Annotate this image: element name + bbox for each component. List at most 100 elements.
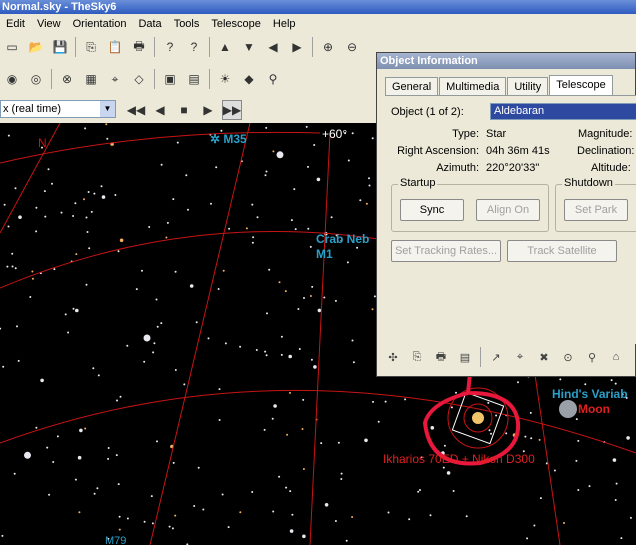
star[interactable] xyxy=(79,428,83,433)
star[interactable] xyxy=(614,499,617,501)
menu-data[interactable]: Data xyxy=(132,18,167,30)
star[interactable] xyxy=(271,417,274,420)
star[interactable] xyxy=(251,491,254,493)
star[interactable] xyxy=(174,270,177,273)
star[interactable] xyxy=(100,185,103,188)
star[interactable] xyxy=(526,537,529,540)
star[interactable] xyxy=(408,518,411,521)
star[interactable] xyxy=(387,511,390,514)
star[interactable] xyxy=(46,446,49,449)
star[interactable] xyxy=(150,495,153,498)
zoom-in-icon[interactable]: ⊕ xyxy=(318,37,338,57)
star[interactable] xyxy=(83,198,85,201)
star[interactable] xyxy=(126,517,129,520)
star[interactable] xyxy=(487,401,490,404)
star[interactable] xyxy=(11,265,14,268)
star[interactable] xyxy=(152,351,155,354)
star[interactable] xyxy=(455,391,457,394)
fast-reverse-icon[interactable]: ◀◀ xyxy=(126,100,146,120)
star[interactable] xyxy=(251,203,254,206)
track-satellite-button[interactable]: Track Satellite xyxy=(507,240,617,262)
star[interactable] xyxy=(183,383,186,386)
star[interactable] xyxy=(288,354,293,359)
star[interactable] xyxy=(495,414,498,417)
star[interactable] xyxy=(610,379,613,382)
star[interactable] xyxy=(107,447,110,449)
star[interactable] xyxy=(116,399,118,402)
star[interactable] xyxy=(465,515,468,518)
moon-label[interactable]: Moon xyxy=(578,402,610,416)
star[interactable] xyxy=(193,505,196,507)
star[interactable] xyxy=(278,281,281,284)
star[interactable] xyxy=(298,348,301,350)
menu-tools[interactable]: Tools xyxy=(168,18,206,30)
star[interactable] xyxy=(218,388,221,391)
star[interactable] xyxy=(174,369,177,371)
star[interactable] xyxy=(313,365,317,369)
star[interactable] xyxy=(148,226,151,228)
star[interactable] xyxy=(52,461,55,463)
star[interactable] xyxy=(430,426,435,430)
star[interactable] xyxy=(264,350,267,353)
star[interactable] xyxy=(105,123,108,126)
star[interactable] xyxy=(1,534,4,537)
star[interactable] xyxy=(577,489,580,491)
star[interactable] xyxy=(359,199,362,202)
star[interactable] xyxy=(6,265,9,268)
image-icon[interactable]: ▤ xyxy=(184,69,204,89)
star[interactable] xyxy=(48,493,51,496)
star[interactable] xyxy=(143,334,151,342)
star[interactable] xyxy=(35,426,38,429)
star[interactable] xyxy=(87,191,90,193)
set-tracking-rates-button[interactable]: Set Tracking Rates... xyxy=(391,240,501,262)
star[interactable] xyxy=(117,250,120,253)
slew-icon[interactable]: ↗ xyxy=(486,347,506,367)
star[interactable] xyxy=(313,144,316,146)
chevron-down-icon[interactable]: ▼ xyxy=(100,101,115,117)
menu-telescope[interactable]: Telescope xyxy=(205,18,267,30)
star[interactable] xyxy=(294,228,297,231)
star[interactable] xyxy=(176,141,179,144)
star[interactable] xyxy=(207,337,210,340)
star[interactable] xyxy=(195,321,198,324)
star[interactable] xyxy=(221,493,224,496)
star[interactable] xyxy=(143,360,146,363)
star[interactable] xyxy=(317,308,322,313)
star[interactable] xyxy=(293,188,296,191)
grid-icon[interactable]: ▦ xyxy=(81,69,101,89)
star[interactable] xyxy=(276,151,284,159)
telescope-icon[interactable]: ⌖ xyxy=(510,347,530,367)
star[interactable] xyxy=(18,215,22,219)
star[interactable] xyxy=(311,285,314,288)
star[interactable] xyxy=(72,215,75,217)
star[interactable] xyxy=(285,486,288,489)
folder-icon[interactable]: ▣ xyxy=(160,69,180,89)
star[interactable] xyxy=(222,269,225,272)
star[interactable] xyxy=(51,182,53,185)
set-park-button[interactable]: Set Park xyxy=(564,199,628,221)
star[interactable] xyxy=(324,503,329,507)
step-forward-icon[interactable]: ▶ xyxy=(198,100,218,120)
star[interactable] xyxy=(160,163,163,166)
star[interactable] xyxy=(368,177,370,180)
star[interactable] xyxy=(93,192,96,195)
star[interactable] xyxy=(371,137,374,140)
star[interactable] xyxy=(126,344,129,347)
context-help-icon[interactable]: ? xyxy=(184,37,204,57)
star[interactable] xyxy=(290,219,293,222)
arrow-up-icon[interactable]: ▲ xyxy=(215,37,235,57)
stop-icon[interactable]: ■ xyxy=(174,100,194,120)
star[interactable] xyxy=(626,436,630,440)
star[interactable] xyxy=(368,184,371,187)
star[interactable] xyxy=(3,203,6,206)
star[interactable] xyxy=(268,268,271,271)
star[interactable] xyxy=(553,469,556,472)
star[interactable] xyxy=(172,198,175,201)
star[interactable] xyxy=(85,216,88,219)
star[interactable] xyxy=(143,520,146,523)
star[interactable] xyxy=(53,268,56,271)
star[interactable] xyxy=(577,439,580,442)
star[interactable] xyxy=(419,489,421,491)
star[interactable] xyxy=(265,126,268,129)
star[interactable] xyxy=(185,174,188,177)
